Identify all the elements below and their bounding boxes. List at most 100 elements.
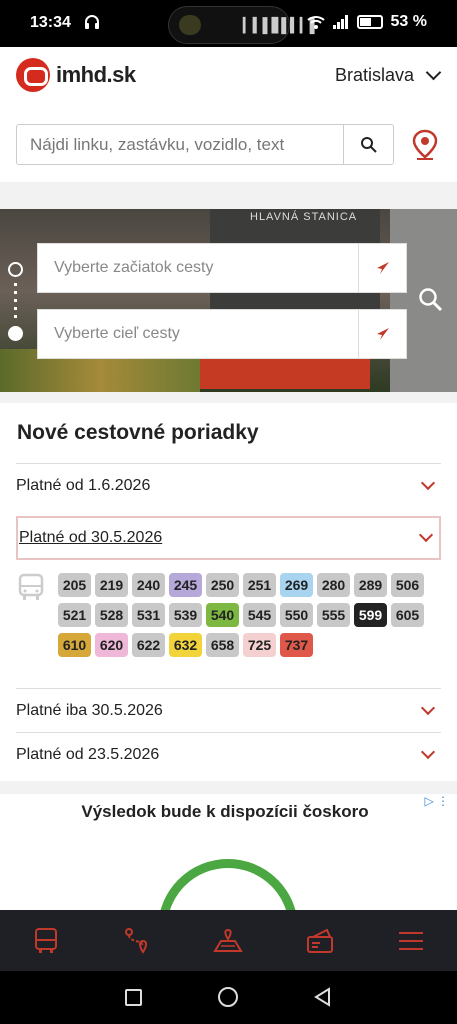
line-badge-280[interactable]: 280 bbox=[317, 573, 350, 597]
route-from-field bbox=[37, 243, 407, 293]
nav-timetables[interactable] bbox=[16, 916, 76, 966]
line-badge-610[interactable]: 610 bbox=[58, 633, 91, 657]
line-badge-269[interactable]: 269 bbox=[280, 573, 313, 597]
back-icon bbox=[314, 987, 330, 1007]
line-badge-219[interactable]: 219 bbox=[95, 573, 128, 597]
chevron-down-icon bbox=[420, 700, 436, 715]
route-search-button[interactable] bbox=[418, 287, 444, 318]
locate-from-button[interactable] bbox=[358, 244, 406, 292]
line-badge-240[interactable]: 240 bbox=[132, 573, 165, 597]
headset-icon bbox=[84, 14, 100, 33]
logo-text: imhd.sk bbox=[56, 62, 136, 87]
chevron-down-icon bbox=[418, 527, 434, 543]
line-badge-545[interactable]: 545 bbox=[243, 603, 276, 627]
line-badge-725[interactable]: 725 bbox=[243, 633, 276, 657]
location-pin-button[interactable] bbox=[410, 129, 440, 166]
search-box bbox=[16, 124, 394, 165]
search-icon bbox=[419, 288, 443, 312]
dynamic-island: ▎▍▌▋▌▍▎▌ bbox=[168, 6, 320, 44]
timetable-row-label: Platné od 23.5.2026 bbox=[16, 745, 160, 763]
menu-icon bbox=[399, 931, 424, 950]
route-to-field bbox=[37, 309, 407, 359]
timetable-row-expanded[interactable]: Platné od 30.5.2026 bbox=[16, 516, 441, 560]
route-dots bbox=[14, 283, 17, 321]
end-dot-icon bbox=[8, 326, 23, 341]
battery-percent: 53 % bbox=[390, 13, 427, 30]
line-badge-245[interactable]: 245 bbox=[169, 573, 202, 597]
line-badge-528[interactable]: 528 bbox=[95, 603, 128, 627]
line-badge-205[interactable]: 205 bbox=[58, 573, 91, 597]
search-button[interactable] bbox=[343, 125, 393, 164]
nav-tickets[interactable] bbox=[290, 916, 350, 966]
line-badge-540[interactable]: 540 bbox=[206, 603, 239, 627]
line-badge-251[interactable]: 251 bbox=[243, 573, 276, 597]
ad-text: Výsledok bude k dispozícii čoskoro bbox=[81, 802, 369, 821]
status-time: 13:34 bbox=[30, 14, 71, 31]
home-button[interactable] bbox=[218, 987, 238, 1007]
line-badge-539[interactable]: 539 bbox=[169, 603, 202, 627]
timetables-section: Nové cestovné poriadky Platné od 1.6.202… bbox=[0, 403, 457, 781]
line-badge-622[interactable]: 622 bbox=[132, 633, 165, 657]
line-badge-506[interactable]: 506 bbox=[391, 573, 424, 597]
bottom-nav bbox=[0, 910, 457, 971]
timetable-row-label: Platné od 1.6.2026 bbox=[16, 476, 151, 494]
nav-map[interactable] bbox=[198, 916, 258, 966]
timetable-row[interactable]: Platné od 1.6.2026 bbox=[16, 463, 441, 507]
logo-icon bbox=[16, 58, 50, 92]
loading-ring bbox=[158, 859, 298, 910]
city-selector[interactable]: Bratislava bbox=[334, 64, 442, 86]
status-bar: 13:34 ▎▍▌▋▌▍▎▌ 53 % bbox=[0, 0, 457, 47]
chevron-down-icon bbox=[420, 475, 436, 490]
navigation-arrow-icon bbox=[376, 328, 389, 340]
bus-icon bbox=[34, 927, 57, 953]
line-badge-289[interactable]: 289 bbox=[354, 573, 387, 597]
banner-sign: HLAVNÁ STANICA bbox=[250, 211, 358, 223]
route-to-input[interactable] bbox=[38, 310, 360, 358]
chevron-down-icon bbox=[420, 744, 436, 759]
line-badge-737[interactable]: 737 bbox=[280, 633, 313, 657]
map-icon bbox=[213, 928, 244, 952]
signal-icon bbox=[332, 15, 348, 29]
back-button[interactable] bbox=[313, 987, 333, 1012]
system-nav bbox=[0, 971, 457, 1024]
ad-banner[interactable]: Výsledok bude k dispozícii čoskoro ▷ ⋮ bbox=[0, 794, 457, 910]
line-badge-555[interactable]: 555 bbox=[317, 603, 350, 627]
line-badge-620[interactable]: 620 bbox=[95, 633, 128, 657]
bus-icon bbox=[18, 573, 44, 600]
line-badge-658[interactable]: 658 bbox=[206, 633, 239, 657]
ad-choices-icon[interactable]: ▷ ⋮ bbox=[424, 794, 449, 808]
line-badge-550[interactable]: 550 bbox=[280, 603, 313, 627]
ticket-icon bbox=[306, 928, 333, 953]
line-badge-599[interactable]: 599 bbox=[354, 603, 387, 627]
route-icon bbox=[125, 927, 148, 954]
nav-menu[interactable] bbox=[381, 916, 441, 966]
search-input[interactable] bbox=[17, 125, 343, 164]
page: imhd.sk Bratislava HLAVNÁ STANICA bbox=[0, 47, 457, 910]
city-label: Bratislava bbox=[334, 65, 414, 85]
route-planner: HLAVNÁ STANICA bbox=[0, 209, 457, 392]
locate-to-button[interactable] bbox=[358, 310, 406, 358]
timetable-row[interactable]: Platné iba 30.5.2026 bbox=[16, 688, 441, 732]
timetable-row-label: Platné od 30.5.2026 bbox=[19, 529, 163, 546]
line-badge-632[interactable]: 632 bbox=[169, 633, 202, 657]
start-dot-icon bbox=[8, 262, 23, 277]
timetables-title: Nové cestovné poriadky bbox=[17, 421, 259, 444]
chevron-down-icon bbox=[425, 64, 442, 81]
nav-route[interactable] bbox=[107, 916, 167, 966]
line-badge-250[interactable]: 250 bbox=[206, 573, 239, 597]
line-badge-531[interactable]: 531 bbox=[132, 603, 165, 627]
battery-icon bbox=[356, 15, 383, 29]
route-from-input[interactable] bbox=[38, 244, 360, 292]
logo[interactable]: imhd.sk bbox=[16, 58, 136, 92]
status-indicators: 53 % bbox=[306, 13, 427, 31]
line-badges: 205 219 240 245 250 251 269 280 289 506 521 528 531 5… bbox=[16, 569, 441, 689]
map-pin-icon bbox=[412, 129, 438, 160]
wifi-icon bbox=[306, 16, 325, 29]
timetable-row[interactable]: Platné od 23.5.2026 bbox=[16, 732, 441, 776]
recents-button[interactable] bbox=[125, 989, 142, 1006]
search-icon bbox=[360, 136, 377, 153]
media-thumbnail-icon bbox=[179, 15, 201, 35]
line-badge-521[interactable]: 521 bbox=[58, 603, 91, 627]
timetable-row-label: Platné iba 30.5.2026 bbox=[16, 701, 163, 719]
line-badge-605[interactable]: 605 bbox=[391, 603, 424, 627]
